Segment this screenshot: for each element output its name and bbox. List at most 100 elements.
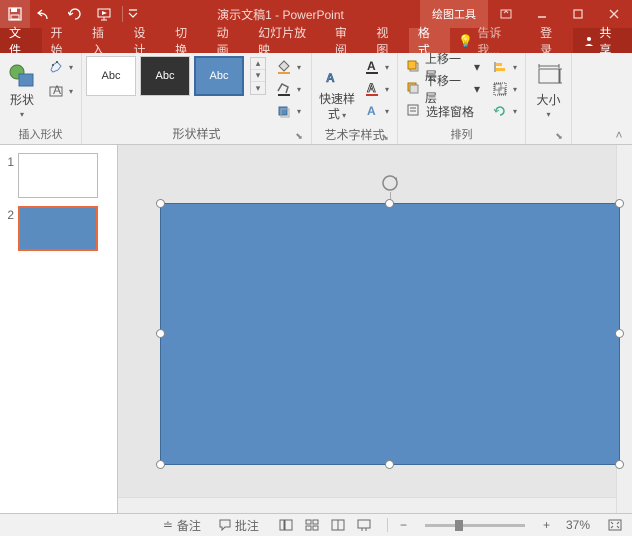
group-label-arrange: 排列: [402, 124, 521, 144]
shape-fill-button[interactable]: ▾: [272, 56, 305, 78]
thumbnail-panel[interactable]: 1 2: [0, 145, 118, 513]
text-outline-button[interactable]: A▾: [360, 78, 393, 100]
selection-pane-icon: [406, 103, 422, 119]
resize-handle-bl[interactable]: [156, 460, 165, 469]
svg-text:A: A: [367, 60, 376, 73]
tab-insert[interactable]: 插入: [83, 28, 125, 53]
collapse-ribbon-button[interactable]: ˄: [610, 127, 628, 143]
zoom-out-button[interactable]: −: [398, 514, 409, 536]
shape-outline-button[interactable]: ▾: [272, 78, 305, 100]
zoom-in-button[interactable]: +: [541, 514, 552, 536]
send-backward-button[interactable]: 下移一层▾: [402, 78, 484, 100]
chevron-down-icon: ▾: [297, 63, 301, 72]
chevron-down-icon: ▾: [474, 82, 480, 96]
comments-label: 批注: [235, 517, 259, 534]
text-fill-icon: A: [364, 59, 380, 75]
slideshow-view-button[interactable]: [351, 519, 377, 531]
resize-handle-br[interactable]: [615, 460, 624, 469]
wordart-launcher-button[interactable]: ⬊: [379, 131, 391, 143]
size-button[interactable]: 大小▾: [530, 56, 567, 124]
chevron-down-icon: ▾: [20, 110, 24, 119]
horizontal-scrollbar[interactable]: [118, 497, 616, 513]
text-fill-button[interactable]: A▾: [360, 56, 393, 78]
text-box-button[interactable]: A▾: [44, 80, 77, 102]
size-launcher-button[interactable]: ⬊: [553, 130, 565, 142]
normal-view-button[interactable]: [273, 519, 299, 531]
group-label-size: ⬊: [530, 140, 567, 144]
text-effects-button[interactable]: A▾: [360, 100, 393, 122]
maximize-button[interactable]: [560, 0, 596, 28]
shape-style-3[interactable]: Abc: [194, 56, 244, 96]
edit-shape-icon: [48, 59, 64, 75]
tab-design[interactable]: 设计: [125, 28, 167, 53]
selected-rectangle-shape[interactable]: [160, 203, 620, 465]
edit-shape-button[interactable]: ▾: [44, 56, 77, 78]
slide-canvas-area[interactable]: [118, 145, 632, 513]
group-label-insert-shapes: 插入形状: [4, 124, 77, 144]
chevron-down-icon: ▾: [513, 107, 517, 116]
gallery-scroll-down-button[interactable]: ▾: [251, 70, 265, 82]
tab-transitions[interactable]: 切换: [166, 28, 208, 53]
shape-style-1[interactable]: Abc: [86, 56, 136, 96]
svg-text:A: A: [53, 84, 61, 97]
tab-slideshow[interactable]: 幻灯片放映: [249, 28, 326, 53]
notes-icon: ≐: [163, 518, 173, 532]
wordart-icon: A: [321, 58, 353, 90]
slide-sorter-view-button[interactable]: [299, 519, 325, 531]
group-icon: [492, 81, 508, 97]
chevron-down-icon: ▾: [513, 85, 517, 94]
group-label-wordart: 艺术字样式⬊: [316, 124, 393, 145]
login-button[interactable]: 登录: [530, 28, 573, 53]
thumbnail-slide[interactable]: [18, 206, 98, 251]
comments-button[interactable]: 批注: [215, 514, 263, 536]
share-icon: [583, 35, 595, 47]
notes-label: 备注: [177, 517, 201, 534]
resize-handle-tm[interactable]: [385, 199, 394, 208]
zoom-level-button[interactable]: 37%: [562, 514, 594, 536]
tab-view[interactable]: 视图: [367, 28, 409, 53]
thumbnail-1[interactable]: 1: [4, 153, 113, 198]
zoom-slider[interactable]: [425, 524, 525, 527]
notes-button[interactable]: ≐ 备注: [159, 514, 205, 536]
shape-outline-icon: [276, 81, 292, 97]
quick-styles-label: 快速样式: [319, 92, 355, 121]
svg-text:A: A: [367, 82, 376, 95]
tab-file[interactable]: 文件: [0, 28, 42, 53]
group-button[interactable]: ▾: [488, 78, 521, 100]
shapes-button[interactable]: 形状▾: [4, 56, 40, 124]
rotate-icon: [492, 103, 508, 119]
resize-handle-tl[interactable]: [156, 199, 165, 208]
resize-handle-bm[interactable]: [385, 460, 394, 469]
shape-style-2[interactable]: Abc: [140, 56, 190, 96]
window-title: 演示文稿1 - PowerPoint: [141, 6, 420, 23]
bring-forward-icon: [406, 59, 421, 75]
share-button[interactable]: 共享: [573, 28, 632, 53]
selection-pane-button[interactable]: 选择窗格: [402, 100, 484, 122]
text-box-icon: A: [48, 83, 64, 99]
shape-effects-button[interactable]: ▾: [272, 100, 305, 122]
gallery-scroll-up-button[interactable]: ▴: [251, 58, 265, 70]
rotation-handle[interactable]: [381, 174, 399, 192]
thumbnail-2[interactable]: 2: [4, 206, 113, 251]
size-label: 大小: [536, 93, 560, 107]
thumbnail-number: 2: [4, 206, 18, 251]
resize-handle-ml[interactable]: [156, 329, 165, 338]
reading-view-button[interactable]: [325, 519, 351, 531]
rotate-button[interactable]: ▾: [488, 100, 521, 122]
tab-review[interactable]: 审阅: [326, 28, 368, 53]
fit-to-window-button[interactable]: [604, 514, 626, 536]
resize-handle-tr[interactable]: [615, 199, 624, 208]
zoom-slider-thumb[interactable]: [455, 520, 463, 531]
qat-separator: [122, 6, 123, 22]
gallery-more-button[interactable]: ▾: [251, 82, 265, 94]
quick-styles-button[interactable]: A 快速样式 ▾: [316, 56, 358, 124]
group-label-shape-styles: 形状样式⬊: [86, 123, 307, 144]
chevron-down-icon: ▾: [69, 63, 73, 72]
shape-styles-launcher-button[interactable]: ⬊: [293, 130, 305, 142]
tab-animations[interactable]: 动画: [208, 28, 250, 53]
resize-handle-mr[interactable]: [615, 329, 624, 338]
thumbnail-number: 1: [4, 153, 18, 198]
align-button[interactable]: ▾: [488, 56, 521, 78]
thumbnail-slide[interactable]: [18, 153, 98, 198]
tab-home[interactable]: 开始: [42, 28, 84, 53]
